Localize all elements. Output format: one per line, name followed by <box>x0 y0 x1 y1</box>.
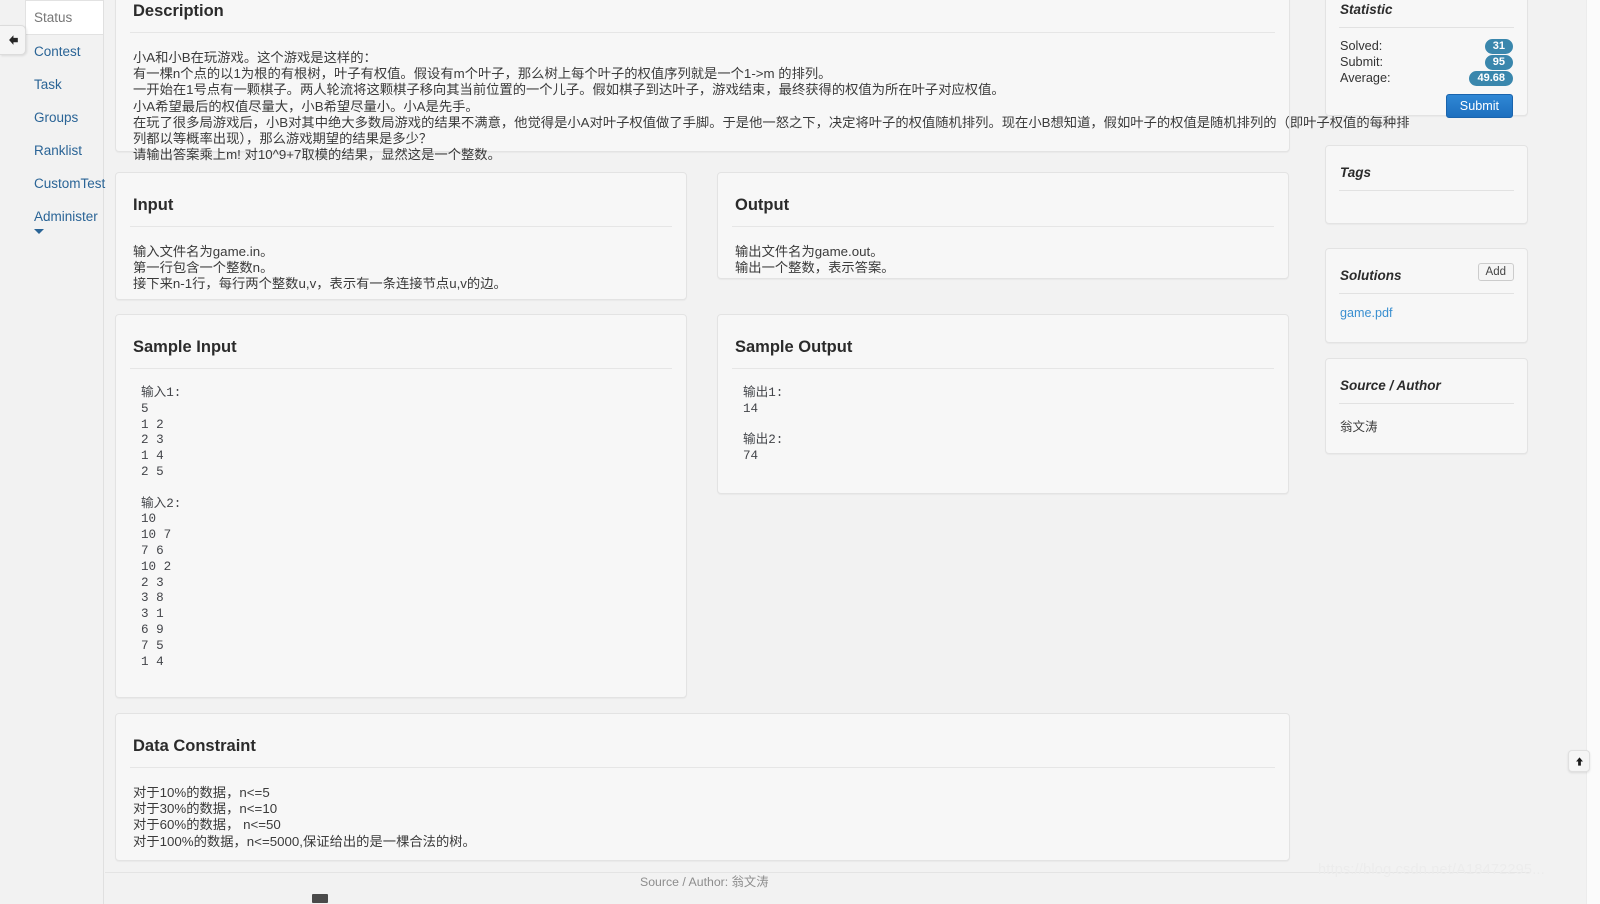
output-body: 输出文件名为game.out。 输出一个整数，表示答案。 <box>718 227 1288 290</box>
sidebar-item-groups[interactable]: Groups <box>26 101 103 134</box>
constraint-line: 对于10%的数据，n<=5 <box>133 785 270 800</box>
tags-title: Tags <box>1340 165 1372 180</box>
sidebar-item-customtest[interactable]: CustomTest <box>26 167 105 200</box>
sample-output-title: Sample Output <box>735 338 853 356</box>
sample-input-panel: Sample Input 输入1: 5 1 2 2 3 1 4 2 5 输入2:… <box>115 314 687 698</box>
description-line: 请输出答案乘上m! 对10^9+7取模的结果，显然这是一个整数。 <box>133 147 501 163</box>
status-badge: 95 <box>1484 54 1513 70</box>
data-constraint-panel: Data Constraint 对于10%的数据，n<=5 对于30%的数据，n… <box>115 713 1290 861</box>
description-panel: Description 小A和小B在玩游戏。这个游戏是这样的： 有一棵n个点的以… <box>115 0 1410 162</box>
source-author-card: Source / Author 翁文涛 <box>1325 358 1528 454</box>
stat-row-submit: Submit: 95 <box>1340 54 1513 70</box>
sample-output-panel: Sample Output 输出1: 14 输出2: 74 <box>717 314 1289 494</box>
description-line: 一开始在1号点有一颗棋子。两人轮流将这颗棋子移向其当前位置的一个儿子。假如棋子到… <box>133 82 1005 98</box>
input-body: 输入文件名为game.in。 第一行包含一个整数n。 接下来n-1行，每行两个整… <box>116 227 686 307</box>
sidebar-item-contest[interactable]: Contest <box>26 35 103 68</box>
constraint-line: 对于60%的数据， n<=50 <box>133 817 281 833</box>
data-constraint-title: Data Constraint <box>133 737 256 755</box>
input-line: 输入文件名为game.in。 <box>133 244 274 259</box>
input-line: 接下来n-1行，每行两个整数u,v，表示有一条连接节点u,v的边。 <box>133 276 507 292</box>
description-line: 小A和小B在玩游戏。这个游戏是这样的： <box>133 50 377 65</box>
output-title: Output <box>735 196 790 214</box>
watermark-text: https://blog.csdn.net/A18472295... <box>1318 862 1545 878</box>
status-badge: 31 <box>1484 38 1513 54</box>
sidebar-nav: Status Contest Task Groups Ranklist Cust… <box>25 0 105 904</box>
input-title: Input <box>133 196 174 214</box>
description-title: Description <box>133 2 224 20</box>
solutions-body: game.pdf <box>1326 294 1527 334</box>
description-line: 列都以等概率出现），那么游戏期望的结果是多少？ <box>133 131 433 147</box>
sample-input-body: 输入1: 5 1 2 2 3 1 4 2 5 输入2: 10 10 7 7 6 … <box>116 369 686 684</box>
submit-button[interactable]: Submit <box>1445 94 1513 118</box>
arrow-left-icon <box>8 35 18 45</box>
data-constraint-body: 对于10%的数据，n<=5 对于30%的数据，n<=10 对于60%的数据， n… <box>116 768 1289 864</box>
constraint-line: 对于30%的数据，n<=10 <box>133 801 278 817</box>
solutions-card: Solutions Add game.pdf <box>1325 248 1528 343</box>
footer-source-author: Source / Author: 翁文涛 <box>640 875 769 889</box>
sidebar-item-ranklist[interactable]: Ranklist <box>26 134 103 167</box>
sample-input-title: Sample Input <box>133 338 237 356</box>
description-line: 有一棵n个点的以1为根的有根树，叶子有权值。假设有m个叶子，那么树上每个叶子的权… <box>133 66 832 82</box>
sample-input-text: 输入1: 5 1 2 2 3 1 4 2 5 输入2: 10 10 7 7 6 … <box>141 386 182 669</box>
source-author-title: Source / Author <box>1340 378 1441 393</box>
horizontal-scrollbar[interactable] <box>0 892 1600 904</box>
input-panel: Input 输入文件名为game.in。 第一行包含一个整数n。 接下来n-1行… <box>115 172 687 300</box>
tags-card: Tags <box>1325 145 1528 224</box>
description-line: 在玩了很多局游戏后，小B对其中绝大多数局游戏的结果不满意，他觉得是小A对叶子权值… <box>133 114 1410 130</box>
stat-label: Solved: <box>1340 39 1383 53</box>
sidebar-item-task[interactable]: Task <box>26 68 103 101</box>
constraint-line: 对于100%的数据，n<=5000,保证给出的是一棵合法的树。 <box>133 833 476 849</box>
output-line: 输出一个整数，表示答案。 <box>735 260 895 276</box>
back-to-top-button[interactable] <box>1568 750 1590 772</box>
sample-output-text: 输出1: 14 输出2: 74 <box>743 386 784 464</box>
arrow-up-icon <box>1575 756 1583 766</box>
statistic-card: Statistic Solved: 31 Submit: 95 Average:… <box>1325 0 1528 118</box>
sidebar-collapse-button[interactable] <box>0 25 26 55</box>
output-panel: Output 输出文件名为game.out。 输出一个整数，表示答案。 <box>717 172 1289 279</box>
stat-label: Average: <box>1340 71 1391 85</box>
statistic-title: Statistic <box>1340 2 1393 17</box>
statistic-body: Solved: 31 Submit: 95 Average: 49.68 Sub… <box>1326 28 1527 132</box>
description-body: 小A和小B在玩游戏。这个游戏是这样的： 有一棵n个点的以1为根的有根树，叶子有权… <box>116 33 1410 177</box>
tags-body <box>1326 191 1527 217</box>
add-solution-button[interactable]: Add <box>1477 263 1514 281</box>
stat-row-average: Average: 49.68 <box>1340 70 1513 86</box>
horizontal-scrollbar-thumb[interactable] <box>312 894 328 903</box>
description-line: 小A希望最后的权值尽量大，小B希望尽量小。小A是先手。 <box>133 98 479 114</box>
caret-down-icon[interactable] <box>34 229 44 234</box>
stat-row-solved: Solved: 31 <box>1340 38 1513 54</box>
input-line: 第一行包含一个整数n。 <box>133 260 274 276</box>
source-author-value: 翁文涛 <box>1340 420 1378 434</box>
footer-divider <box>105 872 1530 873</box>
sample-output-body: 输出1: 14 输出2: 74 <box>718 369 1288 479</box>
page-viewport: Status Contest Task Groups Ranklist Cust… <box>0 0 1600 904</box>
status-badge: 49.68 <box>1469 70 1513 86</box>
output-line: 输出文件名为game.out。 <box>735 244 884 259</box>
sidebar-item-status[interactable]: Status <box>25 0 103 35</box>
stat-label: Submit: <box>1340 55 1384 69</box>
solution-file-link[interactable]: game.pdf <box>1340 306 1393 320</box>
